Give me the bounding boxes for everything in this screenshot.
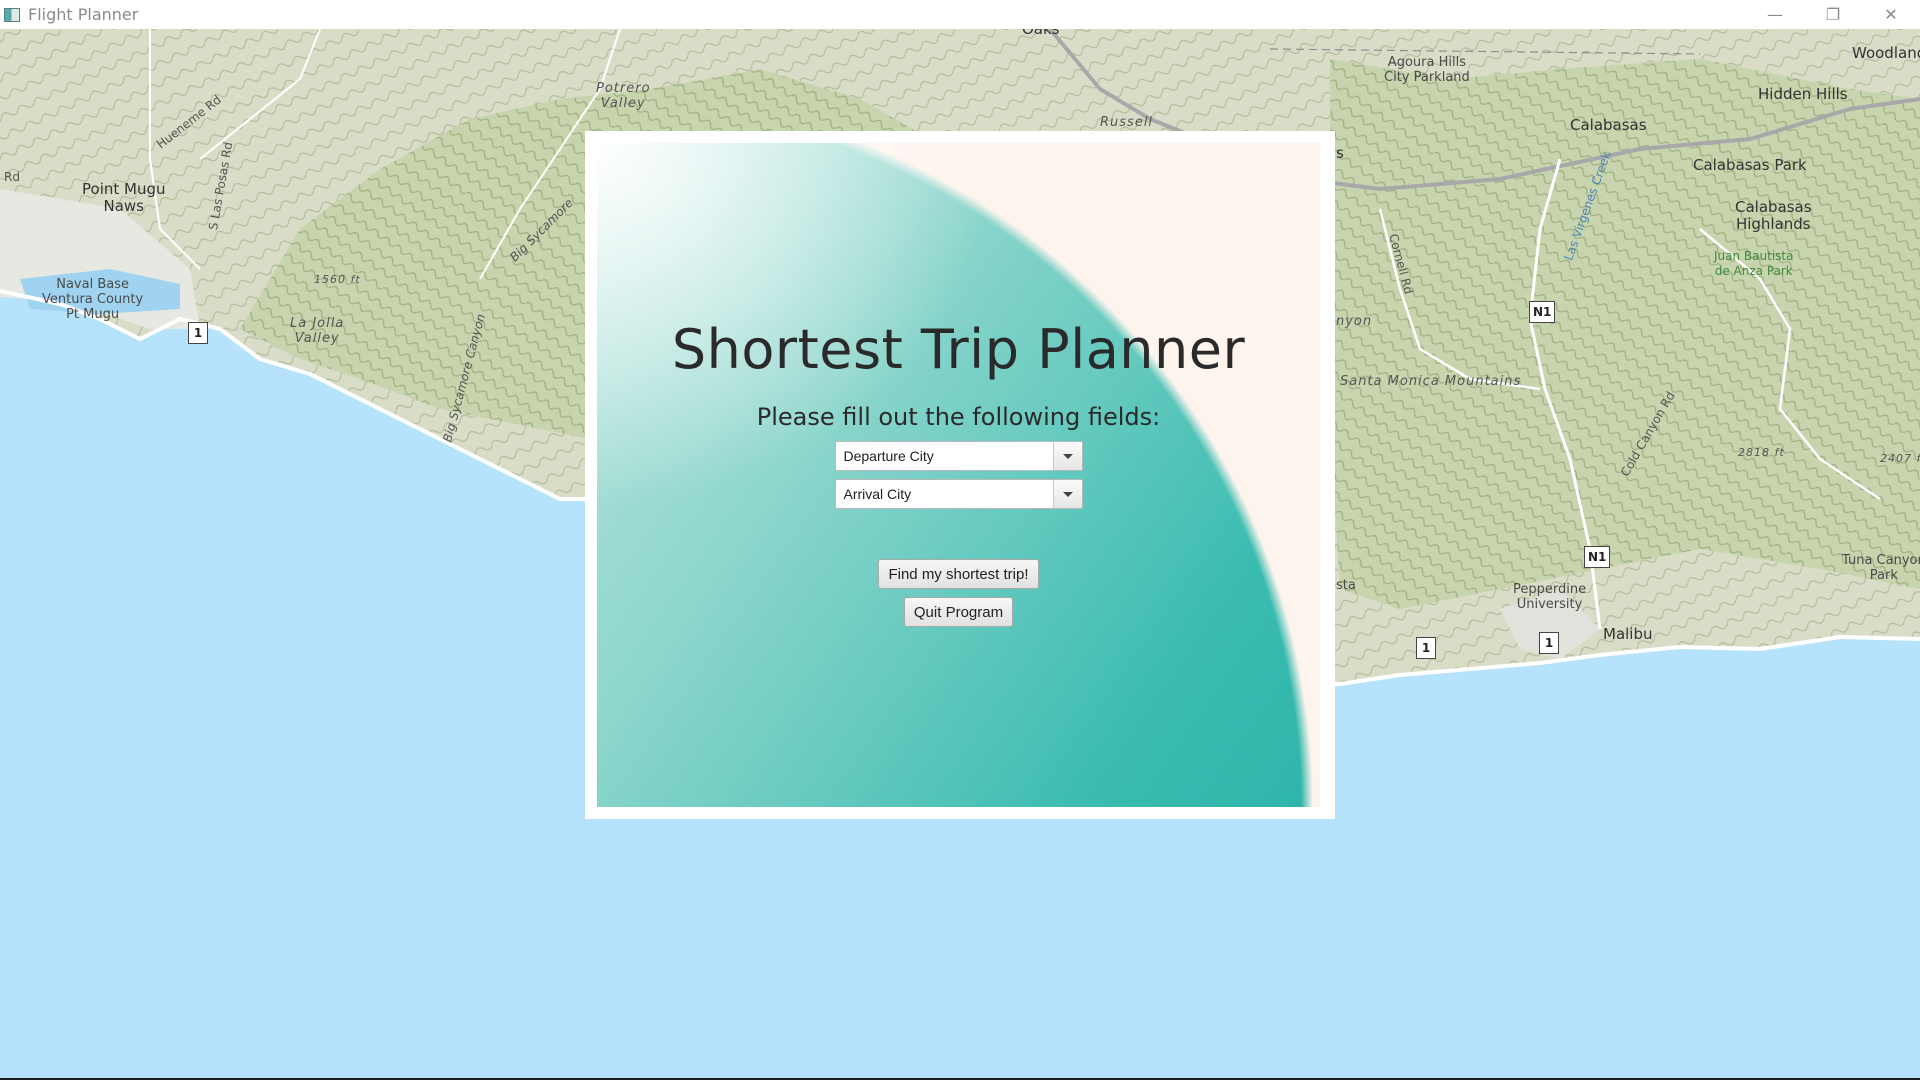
map-label: Potrero Valley [596, 81, 651, 111]
map-label: Naval Base Ventura County Pt Mugu [42, 277, 144, 322]
map-label: Calabasas Park [1693, 156, 1807, 174]
dialog-panel: Shortest Trip Planner Please fill out th… [597, 143, 1320, 807]
instructions-text: Please fill out the following fields: [756, 403, 1161, 431]
highway-shield: N1 [1584, 546, 1611, 568]
window-title: Flight Planner [28, 5, 139, 24]
map-label: Oaks [1022, 29, 1060, 38]
app-icon [4, 7, 20, 22]
page-title: Shortest Trip Planner [671, 318, 1246, 381]
departure-city-select[interactable]: Departure City [834, 441, 1083, 471]
map-label: Woodland [1852, 44, 1920, 62]
departure-dropdown-button[interactable] [1052, 442, 1082, 470]
map-label: Santa Monica Mountains [1340, 374, 1522, 389]
map-label: Agoura Hills City Parkland [1384, 55, 1470, 85]
trip-planner-dialog: Shortest Trip Planner Please fill out th… [585, 131, 1335, 819]
close-button[interactable]: ✕ [1862, 0, 1920, 29]
departure-city-value: Departure City [843, 448, 934, 464]
map-label: Malibu [1603, 625, 1653, 643]
map-label: Point Mugu Naws [82, 180, 166, 215]
highway-shield: N1 [1529, 301, 1556, 323]
window-title-bar: Flight Planner — ❐ ✕ [0, 0, 1920, 29]
map-label: Calabasas Highlands [1735, 198, 1812, 233]
map-label: Russell [1100, 115, 1154, 130]
map-label: Pepperdine University [1513, 582, 1587, 612]
map-label: Calabasas [1570, 116, 1647, 134]
map-label: 1560 ft [314, 273, 361, 286]
arrival-city-select[interactable]: Arrival City [834, 479, 1083, 509]
chevron-down-icon [1062, 491, 1073, 497]
chevron-down-icon [1062, 453, 1073, 459]
map-label: Juan Bautista de Anza Park [1714, 249, 1794, 278]
map-label: Tuna Canyon Park [1842, 553, 1920, 583]
window-controls: — ❐ ✕ [1746, 0, 1920, 29]
highway-shield: 1 [188, 322, 208, 344]
map-label: Hidden Hills [1758, 85, 1848, 103]
restore-button[interactable]: ❐ [1804, 0, 1862, 29]
map-label: sta [1336, 578, 1356, 593]
find-trip-button[interactable]: Find my shortest trip! [878, 559, 1039, 589]
highway-shield: 1 [1416, 637, 1436, 659]
highway-shield: 1 [1539, 632, 1559, 654]
arrival-dropdown-button[interactable] [1052, 480, 1082, 508]
map-label: nyon [1336, 314, 1373, 329]
map-label: La Jolla Valley [290, 316, 345, 346]
arrival-city-value: Arrival City [843, 486, 912, 502]
road-label: Rd [4, 170, 20, 184]
map-label: s [1336, 144, 1344, 162]
map-label: 2818 ft [1738, 446, 1785, 459]
map-label: 2407 ft [1880, 452, 1920, 465]
minimize-button[interactable]: — [1746, 0, 1804, 29]
quit-button[interactable]: Quit Program [903, 597, 1014, 627]
